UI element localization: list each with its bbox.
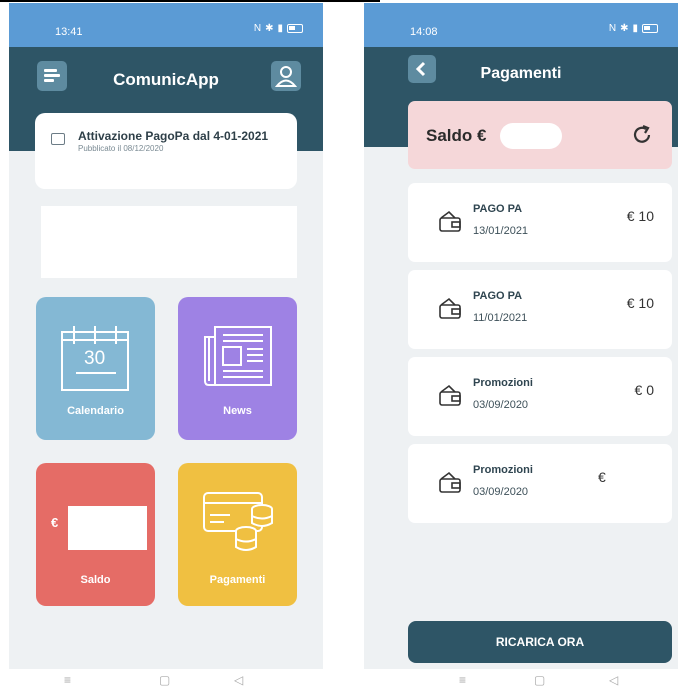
recent-apps-icon[interactable]: ≡ [64,673,71,687]
transaction-title: Promozioni [473,464,533,476]
user-icon [274,66,298,87]
transaction-date: 11/01/2021 [473,312,528,324]
saldo-redacted [68,506,147,550]
system-nav-bar: ≡ ▢ ◁ [9,669,323,695]
signal-icon: ▮ [632,23,638,34]
transaction-row[interactable]: PAGO PA 11/01/2021 € 10 [408,270,672,349]
saldo-tile[interactable]: € Saldo [36,463,155,606]
wallet-icon [439,210,461,232]
transaction-row[interactable]: Promozioni 03/09/2020 € [408,444,672,523]
status-bar: 13:41 N ✱ ▮ [9,3,323,47]
news-icon [51,133,65,145]
bluetooth-icon: ✱ [620,23,629,34]
news-date: Pubblicato il 08/12/2020 [78,144,164,153]
transaction-title: PAGO PA [473,203,523,215]
nfc-icon: N [253,23,262,34]
status-bar: 14:08 N ✱ ▮ [364,3,678,47]
calendar-tile[interactable]: 30 Calendario [36,297,155,440]
refresh-icon[interactable] [630,123,654,147]
transaction-amount: € 0 [634,382,654,398]
payments-screen: 14:08 N ✱ ▮ Pagamenti Saldo € PAGO PA 13… [364,3,678,669]
transaction-row[interactable]: Promozioni 03/09/2020 € 0 [408,357,672,436]
transaction-date: 03/09/2020 [473,399,529,411]
news-label: News [223,405,252,417]
wallet-icon [439,471,461,493]
system-nav-bar: ≡ ▢ ◁ [364,669,678,695]
wallet-icon [439,297,461,319]
transaction-date: 03/09/2020 [473,486,529,498]
status-time: 13:41 [55,26,83,38]
profile-button[interactable] [271,61,301,91]
bluetooth-icon: ✱ [265,23,274,34]
nfc-icon: N [608,23,617,34]
payments-icon [203,492,273,551]
saldo-redacted [500,123,562,149]
transaction-amount: € 10 [626,295,654,311]
banner [41,206,297,278]
home-icon[interactable]: ▢ [534,673,545,687]
ricarica-button[interactable]: RICARICA ORA [408,621,672,663]
home-icon[interactable]: ▢ [159,673,170,687]
transaction-row[interactable]: PAGO PA 13/01/2021 € 10 [408,183,672,262]
status-time: 14:08 [410,26,438,38]
battery-icon [642,24,658,33]
recent-apps-icon[interactable]: ≡ [459,673,466,687]
calendar-label: Calendario [67,405,124,417]
transaction-amount: € 10 [626,208,654,224]
news-title: Attivazione PagoPa dal 4-01-2021 [78,129,269,143]
signal-icon: ▮ [277,23,283,34]
saldo-currency: € [51,515,59,530]
news-tile[interactable]: News [178,297,297,440]
status-icons: N ✱ ▮ [609,23,658,34]
transaction-amount: € [598,469,606,485]
transaction-date: 13/01/2021 [473,225,529,237]
payments-label: Pagamenti [209,574,266,586]
news-card[interactable]: Attivazione PagoPa dal 4-01-2021 Pubblic… [35,113,297,189]
status-icons: N ✱ ▮ [254,23,303,34]
saldo-label: Saldo € [426,126,487,145]
back-nav-icon[interactable]: ◁ [609,673,618,687]
top-rule [0,0,380,2]
back-nav-icon[interactable]: ◁ [234,673,243,687]
saldo-card: Saldo € [408,101,672,169]
transaction-title: PAGO PA [473,290,523,302]
home-screen: 13:41 N ✱ ▮ ComunicApp Attivazione PagoP… [9,3,323,669]
newspaper-icon [204,326,272,386]
transaction-title: Promozioni [473,377,533,389]
wallet-icon [439,384,461,406]
payments-tile[interactable]: Pagamenti [178,463,297,606]
page-title: Pagamenti [480,65,562,82]
saldo-label: Saldo [80,574,111,586]
battery-icon [287,24,303,33]
calendar-day: 30 [84,348,106,369]
